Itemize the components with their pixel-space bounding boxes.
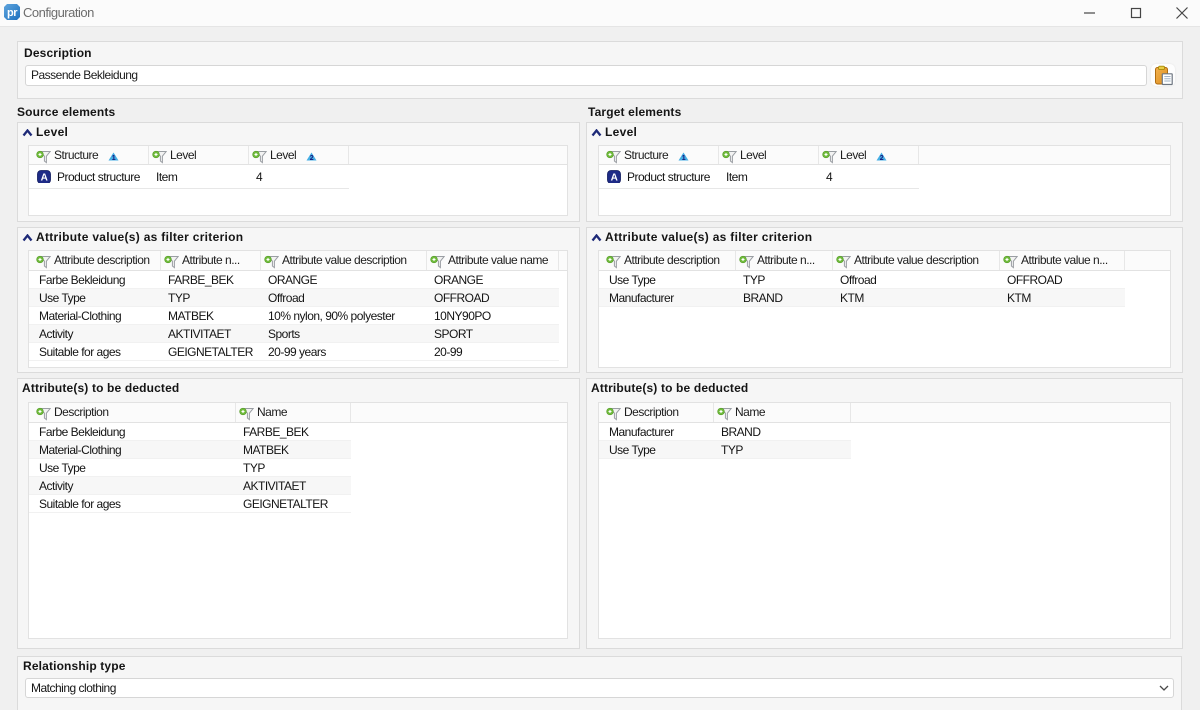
svg-text:A: A <box>41 173 48 184</box>
svg-text:2: 2 <box>880 155 884 161</box>
svg-text:pr: pr <box>7 7 18 19</box>
svg-text:2: 2 <box>310 155 314 161</box>
svg-text:A: A <box>611 173 618 184</box>
svg-text:1: 1 <box>112 155 116 161</box>
svg-text:1: 1 <box>682 155 686 161</box>
